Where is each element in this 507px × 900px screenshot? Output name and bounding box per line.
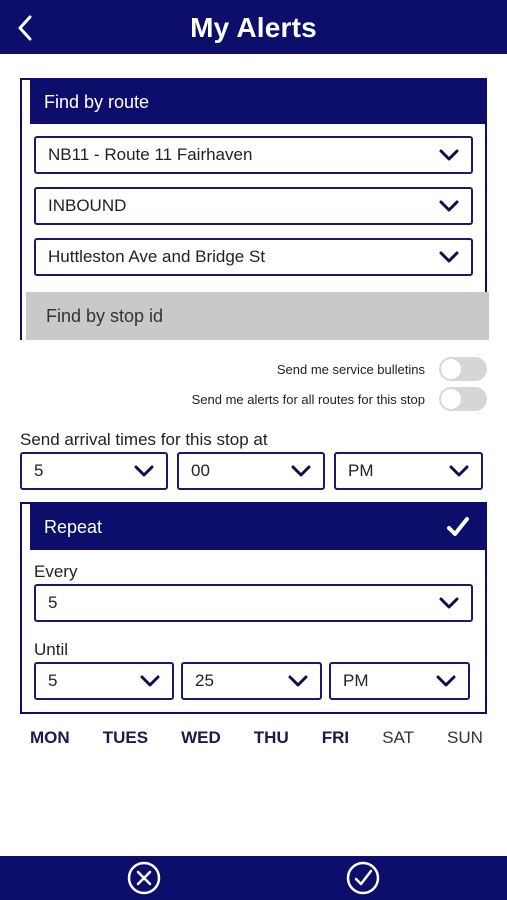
until-minute-select[interactable]: 25: [181, 662, 322, 700]
cancel-button[interactable]: [127, 861, 161, 895]
arrival-times-label: Send arrival times for this stop at: [20, 430, 268, 449]
service-bulletins-row: Send me service bulletins: [277, 357, 487, 381]
chevron-down-icon: [276, 664, 320, 698]
repeat-header[interactable]: Repeat: [22, 504, 485, 550]
tab-find-by-stop-id[interactable]: Find by stop id: [22, 292, 489, 340]
footer-bar: [0, 856, 507, 900]
day-thu[interactable]: THU: [254, 728, 289, 748]
service-bulletins-toggle[interactable]: [439, 357, 487, 381]
arrival-hour-value: 5: [34, 461, 44, 480]
until-ampm-select[interactable]: PM: [329, 662, 470, 700]
chevron-down-icon: [437, 454, 481, 488]
day-tues[interactable]: TUES: [103, 728, 148, 748]
service-bulletins-label: Send me service bulletins: [276, 361, 425, 377]
arrival-minute-value: 00: [191, 461, 210, 480]
day-mon[interactable]: MON: [30, 728, 70, 748]
confirm-button[interactable]: [346, 861, 380, 895]
day-fri[interactable]: FRI: [322, 728, 349, 748]
until-hour-select[interactable]: 5: [34, 662, 174, 700]
chevron-down-icon: [424, 664, 468, 698]
arrival-ampm-select[interactable]: PM: [334, 452, 483, 490]
stop-select-value: Huttleston Ave and Bridge St: [48, 247, 266, 266]
page-title: My Alerts: [190, 12, 317, 43]
until-ampm-value: PM: [343, 671, 369, 690]
until-hour-value: 5: [48, 671, 58, 690]
until-label: Until: [34, 640, 69, 659]
chevron-down-icon: [427, 138, 471, 172]
direction-select[interactable]: INBOUND: [34, 187, 473, 225]
arrival-hour-select[interactable]: 5: [20, 452, 168, 490]
chevron-down-icon: [122, 454, 166, 488]
chevron-down-icon: [279, 454, 323, 488]
find-by-route-panel: Find by route NB11 - Route 11 Fairhaven …: [20, 78, 489, 340]
toggle-knob: [441, 389, 461, 409]
toggle-knob: [441, 359, 461, 379]
every-select-value: 5: [48, 593, 58, 612]
direction-select-value: INBOUND: [48, 196, 127, 215]
arrival-ampm-value: PM: [348, 461, 374, 480]
app-header: My Alerts: [0, 0, 507, 56]
route-select[interactable]: NB11 - Route 11 Fairhaven: [34, 136, 473, 174]
tab-find-by-route[interactable]: Find by route: [22, 80, 485, 124]
day-sat[interactable]: SAT: [382, 728, 414, 748]
every-select[interactable]: 5: [34, 584, 473, 622]
checkmark-icon[interactable]: [445, 514, 471, 540]
days-of-week: MON TUES WED THU FRI SAT SUN: [20, 728, 487, 748]
repeat-panel: Repeat Every 5 Until 5 25 PM: [20, 502, 487, 714]
all-routes-label: Send me alerts for all routes for this s…: [191, 391, 425, 407]
all-routes-row: Send me alerts for all routes for this s…: [192, 387, 487, 411]
chevron-down-icon: [427, 189, 471, 223]
chevron-down-icon: [427, 240, 471, 274]
until-minute-value: 25: [195, 671, 214, 690]
repeat-label: Repeat: [44, 517, 103, 537]
day-wed[interactable]: WED: [181, 728, 221, 748]
all-routes-toggle[interactable]: [439, 387, 487, 411]
every-label: Every: [34, 562, 78, 581]
arrival-minute-select[interactable]: 00: [177, 452, 325, 490]
stop-select[interactable]: Huttleston Ave and Bridge St: [34, 238, 473, 276]
chevron-down-icon: [427, 586, 471, 620]
route-select-value: NB11 - Route 11 Fairhaven: [48, 145, 253, 164]
chevron-down-icon: [128, 664, 172, 698]
day-sun[interactable]: SUN: [447, 728, 483, 748]
